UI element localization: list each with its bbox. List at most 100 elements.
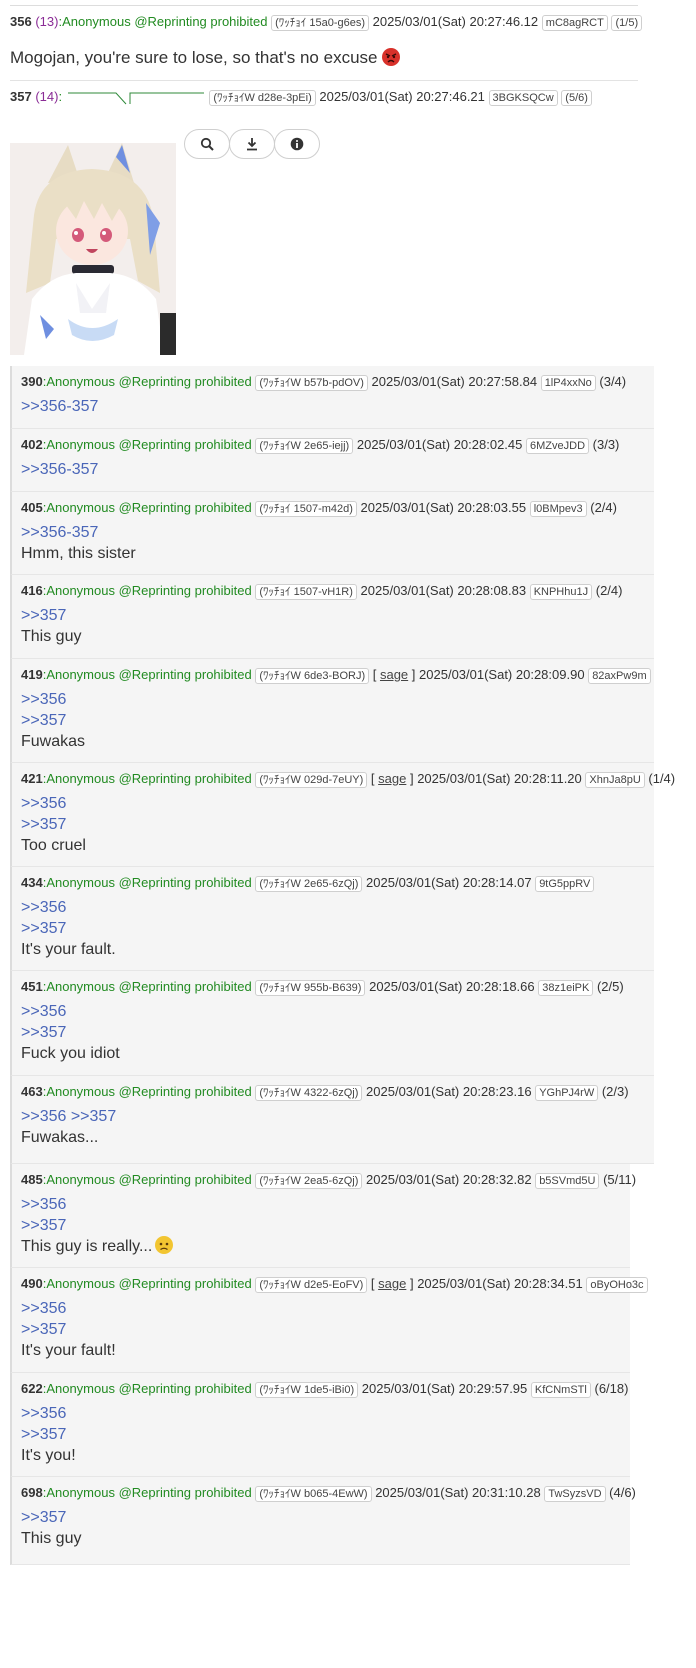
post-text-content: It's your fault. bbox=[21, 941, 116, 958]
reply-post: 402:Anonymous @Reprinting prohibited (ﾜｯ… bbox=[10, 429, 654, 492]
reply-anchor-link[interactable]: >>356-357 bbox=[21, 459, 654, 480]
reply-anchor-link[interactable]: >>356 bbox=[21, 1298, 630, 1319]
reply-anchor-link[interactable]: >>357 bbox=[21, 1424, 630, 1445]
user-id-tag[interactable]: KNPHhu1J bbox=[529, 584, 593, 600]
user-id-tag[interactable]: 9tG5ppRV bbox=[535, 876, 595, 892]
post-number[interactable]: 622 bbox=[21, 1381, 43, 1396]
post-header: 698:Anonymous @Reprinting prohibited (ﾜｯ… bbox=[21, 1477, 636, 1502]
post-number[interactable]: 434 bbox=[21, 875, 43, 890]
post-sequence[interactable]: (1/5) bbox=[611, 15, 643, 31]
image-download-button[interactable] bbox=[229, 129, 275, 159]
poster-id-tag[interactable]: (ﾜｯﾁｮｲW 4322-6zQj) bbox=[255, 1085, 363, 1101]
user-id-tag[interactable]: 38z1eiPK bbox=[538, 980, 594, 996]
post-number[interactable]: 451 bbox=[21, 979, 43, 994]
user-id-tag[interactable]: 82axPw9m bbox=[588, 668, 651, 684]
post-body: >>356-357 Hmm, this sister bbox=[21, 522, 654, 564]
image-search-button[interactable] bbox=[184, 129, 230, 159]
sage-link[interactable]: sage bbox=[378, 1276, 406, 1291]
sage-link[interactable]: sage bbox=[378, 771, 406, 786]
user-id-tag[interactable]: mC8agRCT bbox=[541, 15, 608, 31]
reply-anchor-link[interactable]: >>356 bbox=[21, 793, 654, 814]
post-number[interactable]: 485 bbox=[21, 1172, 43, 1187]
post-sequence[interactable]: (6/18) bbox=[594, 1381, 628, 1396]
reply-count[interactable]: (14) bbox=[35, 89, 58, 104]
user-id-tag[interactable]: YGhPJ4rW bbox=[535, 1085, 599, 1101]
post-date: 2025/03/01(Sat) 20:28:11.20 bbox=[417, 771, 582, 786]
poster-id-tag[interactable]: (ﾜｯﾁｮｲW 2ea5-6zQj) bbox=[255, 1173, 363, 1189]
post-number[interactable]: 419 bbox=[21, 667, 43, 682]
reply-anchor-link[interactable]: >>356 bbox=[21, 689, 654, 710]
post-sequence[interactable]: (4/6) bbox=[609, 1485, 636, 1500]
poster-id-tag[interactable]: (ﾜｯﾁｮｲW 2e65-6zQj) bbox=[255, 876, 363, 892]
post-number[interactable]: 416 bbox=[21, 583, 43, 598]
reply-post: 416:Anonymous @Reprinting prohibited (ﾜｯ… bbox=[10, 575, 654, 659]
post-sequence[interactable]: (2/4) bbox=[590, 500, 617, 515]
reply-anchor-link[interactable]: >>356 bbox=[21, 1001, 654, 1022]
post-sequence[interactable]: (3/3) bbox=[593, 437, 620, 452]
poster-id-tag[interactable]: (ﾜｯﾁｮｲ 1507-m42d) bbox=[255, 501, 357, 517]
reply-anchor-link[interactable]: >>356 >>357 bbox=[21, 1106, 654, 1127]
reply-anchor-link[interactable]: >>357 bbox=[21, 814, 654, 835]
poster-name: :Anonymous @Reprinting prohibited bbox=[42, 771, 252, 786]
post-sequence[interactable]: (2/3) bbox=[602, 1084, 629, 1099]
reply-anchor-link[interactable]: >>357 bbox=[21, 605, 654, 626]
post-sequence[interactable]: (2/4) bbox=[596, 583, 623, 598]
reply-anchor-link[interactable]: >>357 bbox=[21, 710, 654, 731]
poster-id-tag[interactable]: (ﾜｯﾁｮｲW 955b-B639) bbox=[255, 980, 366, 996]
post-number[interactable]: 357 bbox=[10, 89, 32, 104]
post-sequence[interactable]: (1/4) bbox=[648, 771, 675, 786]
post-number[interactable]: 405 bbox=[21, 500, 43, 515]
image-info-button[interactable] bbox=[274, 129, 320, 159]
post-number[interactable]: 698 bbox=[21, 1485, 43, 1500]
poster-id-tag[interactable]: (ﾜｯﾁｮｲW 2e65-iejj) bbox=[255, 438, 354, 454]
reply-anchor-link[interactable]: >>357 bbox=[21, 1215, 630, 1236]
user-id-tag[interactable]: 1lP4xxNo bbox=[540, 375, 596, 391]
user-id-tag[interactable]: XhnJa8pU bbox=[585, 772, 645, 788]
post-number[interactable]: 490 bbox=[21, 1276, 43, 1291]
poster-id-tag[interactable]: (ﾜｯﾁｮｲ 1507-vH1R) bbox=[255, 584, 357, 600]
poster-id-tag[interactable]: (ﾜｯﾁｮｲ 15a0-g6es) bbox=[271, 15, 369, 31]
post-number[interactable]: 463 bbox=[21, 1084, 43, 1099]
poster-name: :Anonymous @Reprinting prohibited bbox=[42, 1485, 252, 1500]
user-id-tag[interactable]: 3BGKSQCw bbox=[488, 90, 558, 106]
reply-anchor-link[interactable]: >>357 bbox=[21, 918, 654, 939]
user-id-tag[interactable]: KfCNmSTl bbox=[530, 1382, 591, 1398]
reply-anchor-link[interactable]: >>357 bbox=[21, 1507, 630, 1528]
download-icon bbox=[247, 138, 257, 151]
reply-anchor-link[interactable]: >>356-357 bbox=[21, 396, 654, 417]
reply-anchor-link[interactable]: >>357 bbox=[21, 1319, 630, 1340]
user-id-tag[interactable]: l0BMpev3 bbox=[529, 501, 587, 517]
post-number[interactable]: 421 bbox=[21, 771, 43, 786]
reply-anchor-link[interactable]: >>357 bbox=[21, 1022, 654, 1043]
post-sequence[interactable]: (3/4) bbox=[599, 374, 626, 389]
poster-id-tag[interactable]: (ﾜｯﾁｮｲW 1de5-iBi0) bbox=[255, 1382, 359, 1398]
post-sequence[interactable]: (5/11) bbox=[603, 1172, 636, 1187]
post-sequence[interactable]: (2/5) bbox=[597, 979, 624, 994]
post-number[interactable]: 356 bbox=[10, 14, 32, 29]
poster-id-tag[interactable]: (ﾜｯﾁｮｲW 029d-7eUY) bbox=[255, 772, 368, 788]
poster-id-tag[interactable]: (ﾜｯﾁｮｲW d28e-3pEi) bbox=[209, 90, 316, 106]
post-number[interactable]: 402 bbox=[21, 437, 43, 452]
reply-count[interactable]: (13) bbox=[35, 14, 58, 29]
user-id-tag[interactable]: b5SVmd5U bbox=[535, 1173, 600, 1189]
top-divider bbox=[10, 5, 638, 6]
post-sequence[interactable]: (5/6) bbox=[561, 90, 592, 106]
poster-id-tag[interactable]: (ﾜｯﾁｮｲW b065-4EwW) bbox=[255, 1486, 372, 1502]
user-id-tag[interactable]: 6MZveJDD bbox=[526, 438, 590, 454]
reply-anchor-link[interactable]: >>356 bbox=[21, 1194, 630, 1215]
post-image-thumbnail[interactable] bbox=[10, 143, 176, 355]
user-id-tag[interactable]: TwSyzsVD bbox=[544, 1486, 606, 1502]
post-header: 421:Anonymous @Reprinting prohibited (ﾜｯ… bbox=[21, 771, 676, 788]
poster-id-tag[interactable]: (ﾜｯﾁｮｲW 6de3-BORJ) bbox=[255, 668, 370, 684]
post-date: 2025/03/01(Sat) 20:28:34.51 bbox=[417, 1276, 583, 1291]
poster-id-tag[interactable]: (ﾜｯﾁｮｲW d2e5-EoFV) bbox=[255, 1277, 368, 1293]
post-header: 357 (14): (ﾜｯﾁｮｲW d28e-3pEi) 2025/03/01(… bbox=[10, 88, 640, 106]
user-id-tag[interactable]: oByOHo3c bbox=[586, 1277, 648, 1293]
post-body: >>356-357 bbox=[21, 459, 654, 480]
sage-link[interactable]: sage bbox=[380, 667, 408, 682]
poster-id-tag[interactable]: (ﾜｯﾁｮｲW b57b-pdOV) bbox=[255, 375, 368, 391]
reply-anchor-link[interactable]: >>356 bbox=[21, 897, 654, 918]
reply-anchor-link[interactable]: >>356-357 bbox=[21, 522, 654, 543]
reply-anchor-link[interactable]: >>356 bbox=[21, 1403, 630, 1424]
post-number[interactable]: 390 bbox=[21, 374, 43, 389]
